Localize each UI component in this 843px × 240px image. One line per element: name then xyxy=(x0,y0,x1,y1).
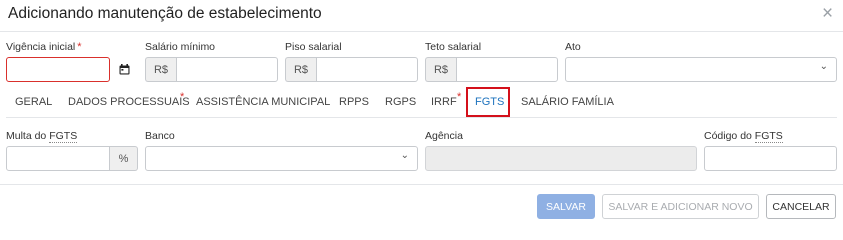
required-mark: * xyxy=(457,91,462,103)
tab-assistencia-municipal[interactable]: ASSISTÊNCIA MUNICIPAL xyxy=(196,96,330,108)
percent-suffix: % xyxy=(110,146,138,171)
salario-minimo-prefix: R$ xyxy=(145,57,176,82)
agencia-label: Agência xyxy=(425,130,463,142)
teto-salarial-prefix: R$ xyxy=(425,57,456,82)
vigencia-label-text: Vigência inicial xyxy=(6,41,76,53)
codigo-fgts-label: Código do FGTS xyxy=(704,130,783,143)
tabs-divider xyxy=(6,117,837,118)
multa-fgts-label-prefix: Multa do xyxy=(6,130,50,142)
codigo-fgts-input[interactable] xyxy=(704,146,837,171)
teto-salarial-input[interactable] xyxy=(456,57,558,82)
multa-fgts-label: Multa do FGTS xyxy=(6,130,78,143)
save-and-add-new-button[interactable]: SALVAR E ADICIONAR NOVO xyxy=(602,194,759,219)
required-mark: * xyxy=(77,41,82,53)
ato-label: Ato xyxy=(565,41,581,53)
tab-geral[interactable]: GERAL xyxy=(15,96,52,108)
fgts-abbr: FGTS xyxy=(754,130,783,143)
multa-fgts-input[interactable] xyxy=(6,146,110,171)
header-divider xyxy=(0,31,843,32)
save-button[interactable]: SALVAR xyxy=(537,194,595,219)
vigencia-label: Vigência inicial * xyxy=(6,41,82,53)
banco-select[interactable]: ⌄ xyxy=(145,146,418,171)
salario-minimo-label: Salário mínimo xyxy=(145,41,216,53)
fgts-abbr: FGTS xyxy=(49,130,78,143)
tab-rpps[interactable]: RPPS xyxy=(339,96,369,108)
required-mark: * xyxy=(180,91,185,103)
ato-select[interactable]: ⌄ xyxy=(565,57,837,82)
piso-salarial-label: Piso salarial xyxy=(285,41,342,53)
tab-salario-familia[interactable]: SALÁRIO FAMÍLIA xyxy=(521,96,614,108)
dialog-title: Adicionando manutenção de estabeleciment… xyxy=(8,5,322,22)
salario-minimo-input[interactable] xyxy=(176,57,278,82)
agencia-input xyxy=(425,146,697,171)
calendar-button[interactable] xyxy=(110,57,138,82)
piso-salarial-input[interactable] xyxy=(316,57,418,82)
close-icon[interactable]: × xyxy=(822,4,833,24)
tab-irrf[interactable]: IRRF xyxy=(431,96,457,108)
tab-fgts[interactable]: FGTS xyxy=(475,96,504,108)
cancel-button[interactable]: CANCELAR xyxy=(766,194,836,219)
codigo-fgts-label-prefix: Código do xyxy=(704,130,755,142)
tab-rgps[interactable]: RGPS xyxy=(385,96,416,108)
chevron-down-icon: ⌄ xyxy=(400,150,409,161)
banco-label: Banco xyxy=(145,130,175,142)
calendar-icon xyxy=(119,64,129,75)
piso-salarial-prefix: R$ xyxy=(285,57,316,82)
chevron-down-icon: ⌄ xyxy=(819,61,828,72)
tab-dados-processuais[interactable]: DADOS PROCESSUAIS xyxy=(68,96,190,108)
vigencia-input[interactable] xyxy=(6,57,110,82)
teto-salarial-label: Teto salarial xyxy=(425,41,482,53)
footer-divider xyxy=(0,184,843,185)
